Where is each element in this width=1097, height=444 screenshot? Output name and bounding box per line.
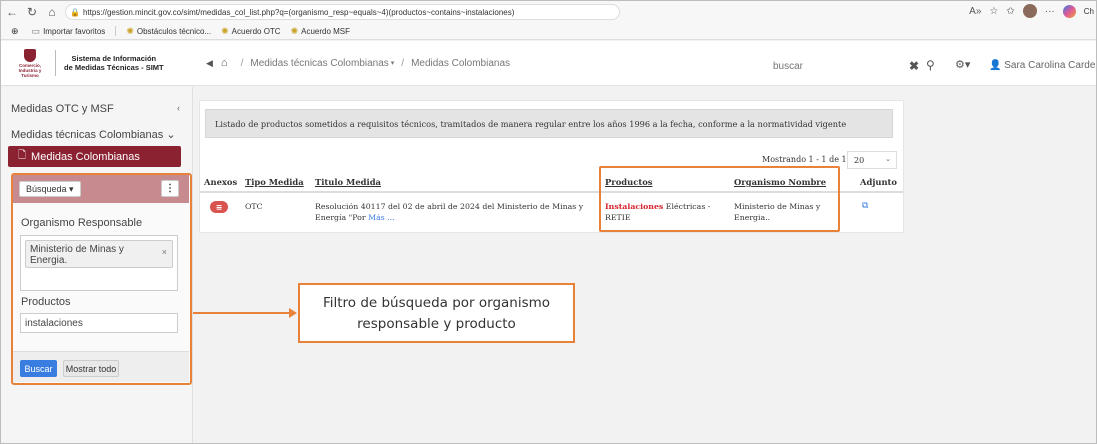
site-icon: ✺ — [126, 25, 134, 36]
url-text: https://gestion.mincit.gov.co/simt/medid… — [82, 7, 515, 17]
user-icon: 👤 — [989, 60, 1005, 71]
bookmarks-bar: ⊕ ▭ Importar favoritos ✺ Obstáculos técnic… — [1, 23, 1096, 40]
productos-input[interactable]: instalaciones — [20, 313, 178, 333]
column-titulo-medida[interactable]: Titulo Medida — [315, 177, 381, 187]
main-content: Listado de productos sometidos a requisi… — [194, 87, 1096, 443]
divider — [55, 50, 56, 76]
breadcrumb-item-medidas-colombianas[interactable]: Medidas Colombianas — [411, 58, 510, 69]
column-tipo-medida[interactable]: Tipo Medida — [245, 177, 304, 187]
search-mode-dropdown[interactable]: Búsqueda ▾ — [19, 181, 81, 197]
breadcrumb: ◀ ⌂ / Medidas técnicas Colombianas ▾ / M… — [206, 57, 511, 69]
folder-icon: ▭ — [31, 25, 41, 36]
crest-icon: Comercio, Industria y Turismo — [11, 47, 49, 79]
bookmark-acuerdo-otc[interactable]: ✺ Acuerdo OTC — [221, 26, 280, 37]
organismo-select[interactable]: Ministerio de Minas y Energia. × — [20, 235, 178, 291]
column-anexos: Anexos — [204, 177, 238, 187]
chevron-left-icon[interactable]: ‹ — [177, 103, 180, 113]
bookmark-importar[interactable]: ▭ Importar favoritos — [32, 26, 106, 37]
remove-tag-icon[interactable]: × — [162, 247, 167, 258]
user-menu[interactable]: 👤 Sara Carolina Cardenas ▾ — [989, 60, 1096, 71]
sidebar-item-otc-msf[interactable]: Medidas OTC y MSF — [11, 103, 114, 115]
buscar-button[interactable]: Buscar — [20, 360, 57, 377]
organismo-tag: Ministerio de Minas y Energia. × — [25, 240, 173, 268]
columns-highlight-box — [599, 166, 840, 232]
collapse-left-icon[interactable]: ◀ — [206, 58, 213, 69]
productos-label: Productos — [21, 296, 71, 308]
divider — [115, 26, 117, 36]
browser-window: ← ↻ ⌂ 🔒 https://gestion.mincit.gov.co/si… — [0, 0, 1097, 444]
home-icon[interactable]: ⌂ — [43, 3, 61, 21]
organismo-label: Organismo Responsable — [21, 217, 143, 229]
mostrar-todo-button[interactable]: Mostrar todo — [63, 360, 119, 377]
mas-link[interactable]: Más ... — [368, 213, 395, 222]
filter-header: Búsqueda ▾ ⋮ — [13, 175, 189, 203]
search-filter-panel: Búsqueda ▾ ⋮ Organismo Responsable Minis… — [11, 173, 192, 385]
crest-text: Comercio, Industria y Turismo — [18, 62, 42, 78]
bookmark-obstaculos[interactable]: ✺ Obstáculos técnico... — [126, 26, 211, 37]
search-input[interactable] — [773, 61, 903, 72]
lock-icon: 🔒 — [70, 7, 80, 17]
app-header: Comercio, Industria y Turismo Sistema de… — [1, 41, 1096, 86]
clear-search-icon[interactable]: ✖ — [909, 59, 919, 73]
back-icon[interactable]: ← — [3, 3, 21, 21]
chevron-down-icon: ⌄ — [885, 155, 891, 163]
annotation-callout: Filtro de búsqueda por organismo respons… — [298, 283, 575, 343]
external-link-icon[interactable]: ⧉ — [862, 201, 868, 212]
home-breadcrumb-icon[interactable]: ⌂ — [221, 57, 228, 69]
favorite-star-icon[interactable]: ☆ — [989, 6, 998, 17]
column-adjunto: Adjunto — [860, 177, 898, 187]
breadcrumb-item-medidas-tecnicas[interactable]: Medidas técnicas Colombianas — [250, 58, 388, 69]
favorites-icon[interactable]: ✩ — [1006, 6, 1014, 17]
copilot-label: Ch — [1083, 6, 1094, 16]
cell-tipo: OTC — [245, 202, 263, 211]
chevron-down-icon: ⌄ — [166, 129, 176, 141]
search-icon[interactable]: ⚲ — [926, 58, 935, 72]
sidebar-item-medidas-colombianas[interactable]: 🗋 Medidas Colombianas — [8, 146, 181, 167]
anexos-badge-icon[interactable]: ≡ — [210, 201, 228, 213]
pager-text: Mostrando 1 - 1 de 1 — [762, 155, 847, 164]
caret-down-icon[interactable]: ▾ — [391, 59, 395, 67]
sidebar-item-medidas-tecnicas[interactable]: Medidas técnicas Colombianas ⌄ — [11, 128, 176, 141]
document-icon: 🗋 — [18, 150, 27, 161]
page-size-select[interactable]: 20 ⌄ — [847, 151, 897, 169]
url-field[interactable]: 🔒 https://gestion.mincit.gov.co/simt/med… — [65, 4, 620, 20]
filter-footer: Buscar Mostrar todo — [13, 351, 189, 382]
copilot-icon[interactable] — [1062, 4, 1076, 18]
listing-notice: Listado de productos sometidos a requisi… — [205, 109, 893, 138]
read-aloud-icon[interactable]: A» — [969, 6, 981, 17]
bookmark-acuerdo-msf[interactable]: ✺ Acuerdo MSF — [291, 26, 350, 37]
tab-actions-icon[interactable]: ⊕ — [11, 26, 22, 37]
logo[interactable]: Comercio, Industria y Turismo Sistema de… — [11, 46, 187, 80]
connector-arrow-icon — [289, 308, 297, 318]
reload-icon[interactable]: ↻ — [23, 3, 41, 21]
search-box — [773, 61, 903, 77]
site-icon: ✺ — [221, 25, 229, 36]
browser-toolbar-right: A» ☆ ✩ ··· Ch — [969, 4, 1094, 18]
cell-titulo: Resolución 40117 del 02 de abril de 2024… — [315, 202, 584, 222]
gear-icon[interactable]: ⚙▾ — [955, 58, 970, 71]
site-icon: ✺ — [290, 25, 299, 36]
kebab-menu-icon[interactable]: ⋮ — [161, 180, 179, 197]
connector-line — [193, 312, 290, 314]
system-title: Sistema de Información de Medidas Técnic… — [64, 54, 164, 72]
more-icon[interactable]: ··· — [1045, 6, 1055, 17]
avatar[interactable] — [1022, 4, 1037, 18]
address-bar-row: ← ↻ ⌂ 🔒 https://gestion.mincit.gov.co/si… — [1, 1, 1096, 23]
